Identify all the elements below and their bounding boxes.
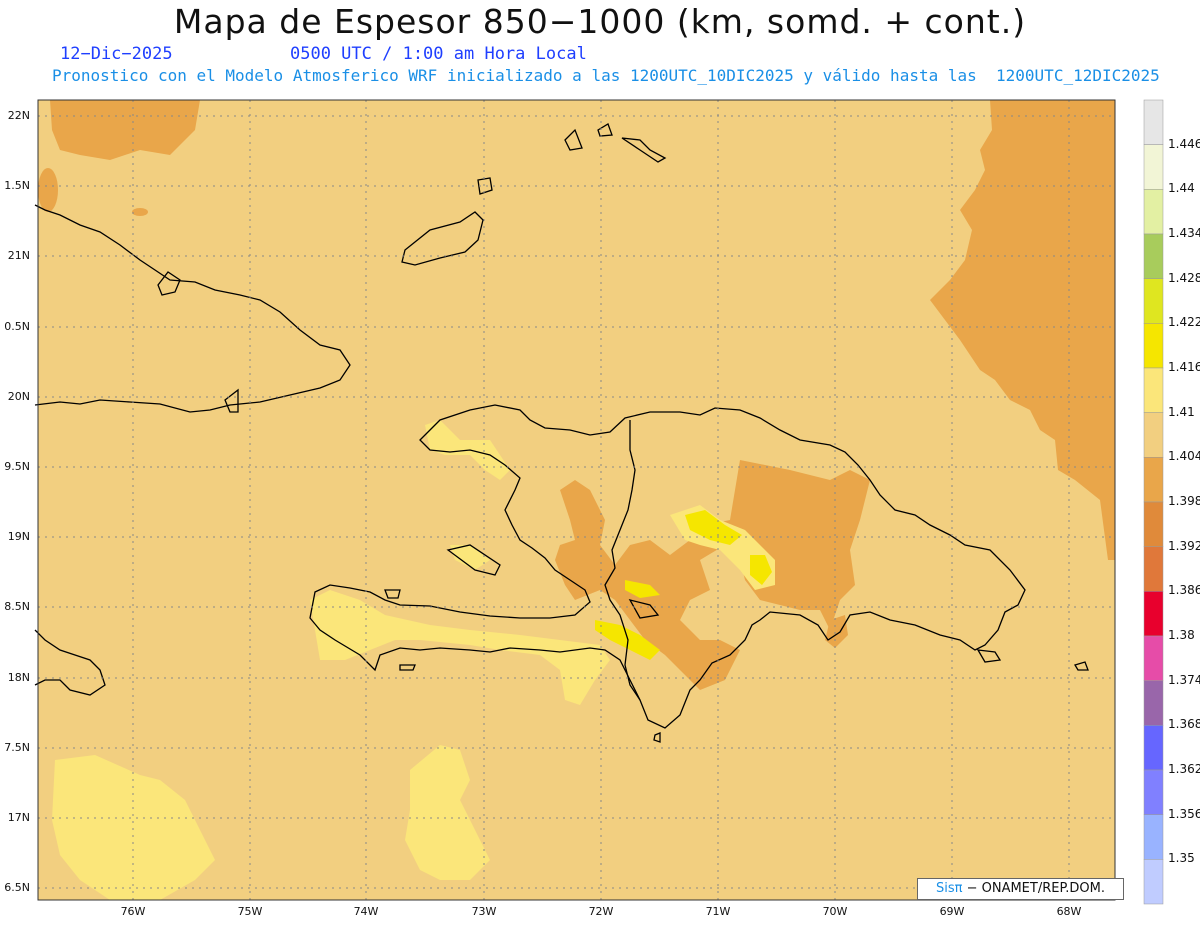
lat-label: 20N — [7, 390, 30, 403]
colorbar-swatch — [1143, 859, 1164, 905]
colorbar — [1143, 99, 1164, 905]
forecast-date: 12−Dic−2025 — [60, 44, 173, 64]
lon-label: 76W — [120, 905, 146, 918]
thickness-map — [34, 99, 1164, 905]
colorbar-label: 1.416 — [1168, 360, 1200, 374]
lon-label: 73W — [471, 905, 497, 918]
forecast-description: Pronostico con el Modelo Atmosferico WRF… — [52, 66, 1160, 85]
colorbar-label: 1.392 — [1168, 538, 1200, 553]
colorbar-label: 1.374 — [1168, 672, 1200, 687]
lat-label: 6.5N — [4, 881, 30, 894]
lon-label: 74W — [353, 905, 379, 918]
credit-brand: Sisπ — [935, 881, 963, 896]
credit-text: − ONAMET/REP.DOM. — [966, 881, 1106, 896]
colorbar-label: 1.404 — [1168, 449, 1200, 464]
lat-label: 21N — [7, 249, 30, 262]
colorbar-label: 1.428 — [1168, 270, 1200, 285]
map-title: Mapa de Espesor 850−1000 (km, somd. + co… — [173, 2, 1027, 41]
lon-label: 69W — [939, 905, 965, 918]
lat-label: 19N — [7, 530, 30, 543]
colorbar-label: 1.35 — [1168, 851, 1195, 866]
lat-label: 1.5N — [4, 179, 30, 192]
colorbar-label: 1.38 — [1168, 628, 1195, 642]
lat-label: 22N — [7, 109, 30, 122]
colorbar-swatch — [1143, 457, 1164, 503]
lat-label: 0.5N — [4, 320, 30, 333]
colorbar-swatch — [1143, 323, 1164, 369]
colorbar-swatch — [1143, 233, 1164, 279]
colorbar-swatch — [1143, 725, 1164, 771]
colorbar-swatch — [1143, 546, 1164, 592]
colorbar-swatch — [1143, 367, 1164, 413]
colorbar-label: 1.356 — [1168, 806, 1200, 821]
colorbar-label: 1.362 — [1168, 762, 1200, 776]
colorbar-swatch — [1143, 591, 1164, 637]
lon-label: 70W — [822, 905, 848, 918]
forecast-time: 0500 UTC / 1:00 am Hora Local — [290, 44, 587, 64]
lon-label: 75W — [237, 905, 263, 918]
colorbar-swatch — [1143, 635, 1164, 681]
lon-label: 71W — [705, 905, 731, 918]
colorbar-swatch — [1143, 680, 1164, 726]
lat-label: 7.5N — [4, 741, 30, 754]
colorbar-label: 1.398 — [1168, 494, 1200, 508]
lat-label: 9.5N — [4, 460, 30, 473]
lon-label: 72W — [588, 905, 614, 918]
colorbar-label: 1.386 — [1168, 583, 1200, 598]
credit-box: Sisπ − ONAMET/REP.DOM. — [917, 878, 1124, 900]
colorbar-label: 1.422 — [1168, 315, 1200, 330]
colorbar-swatch — [1143, 144, 1164, 190]
colorbar-swatch — [1143, 769, 1164, 815]
lat-label: 18N — [7, 671, 30, 684]
colorbar-label: 1.41 — [1168, 404, 1195, 419]
colorbar-swatch — [1143, 814, 1164, 860]
colorbar-swatch — [1143, 278, 1164, 324]
colorbar-label: 1.434 — [1168, 226, 1200, 240]
lat-label: 8.5N — [4, 600, 30, 613]
lat-label: 17N — [7, 811, 30, 824]
lon-label: 68W — [1056, 905, 1082, 918]
colorbar-label: 1.44 — [1168, 181, 1195, 196]
colorbar-swatch — [1143, 189, 1164, 235]
colorbar-swatch — [1143, 501, 1164, 547]
colorbar-swatch — [1143, 99, 1164, 145]
colorbar-swatch — [1143, 412, 1164, 458]
colorbar-label: 1.446 — [1168, 136, 1200, 151]
colorbar-label: 1.368 — [1168, 717, 1200, 732]
